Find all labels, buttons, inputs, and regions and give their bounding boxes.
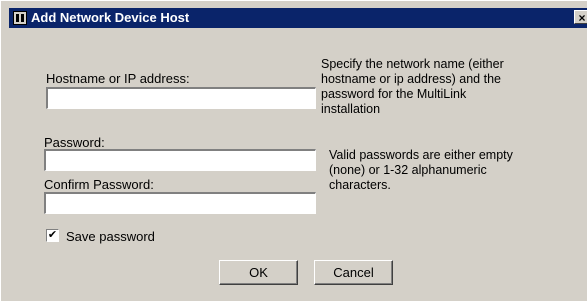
confirm-password-label: Confirm Password: <box>44 177 154 192</box>
network-help-line: password for the MultiLink <box>321 87 467 101</box>
password-input[interactable] <box>44 149 316 171</box>
hostname-label: Hostname or IP address: <box>46 71 190 86</box>
hostname-input[interactable] <box>46 87 316 109</box>
password-help-line: Valid passwords are either empty <box>329 148 513 162</box>
password-help-text: Valid passwords are either empty (none) … <box>329 148 513 193</box>
close-button[interactable]: × <box>574 10 587 25</box>
title-bar[interactable]: Add Network Device Host × <box>9 8 587 28</box>
add-network-device-host-dialog: Add Network Device Host × Hostname or IP… <box>0 0 587 301</box>
network-help-line: hostname or ip address) and the <box>321 72 501 86</box>
ok-button[interactable]: OK <box>219 260 298 285</box>
password-help-line: (none) or 1-32 alphanumeric <box>329 163 487 177</box>
network-help-line: Specify the network name (either <box>321 57 504 71</box>
network-help-line: installation <box>321 102 381 116</box>
password-label: Password: <box>44 135 105 150</box>
confirm-password-input[interactable] <box>44 192 316 214</box>
window-title: Add Network Device Host <box>31 10 190 25</box>
network-help-text: Specify the network name (either hostnam… <box>321 57 504 117</box>
save-password-label[interactable]: Save password <box>66 229 155 244</box>
password-help-line: characters. <box>329 178 391 192</box>
checkmark-icon: ✔ <box>47 229 58 241</box>
save-password-checkbox[interactable]: ✔ <box>46 229 59 242</box>
app-icon <box>13 11 27 25</box>
cancel-button[interactable]: Cancel <box>314 260 393 285</box>
